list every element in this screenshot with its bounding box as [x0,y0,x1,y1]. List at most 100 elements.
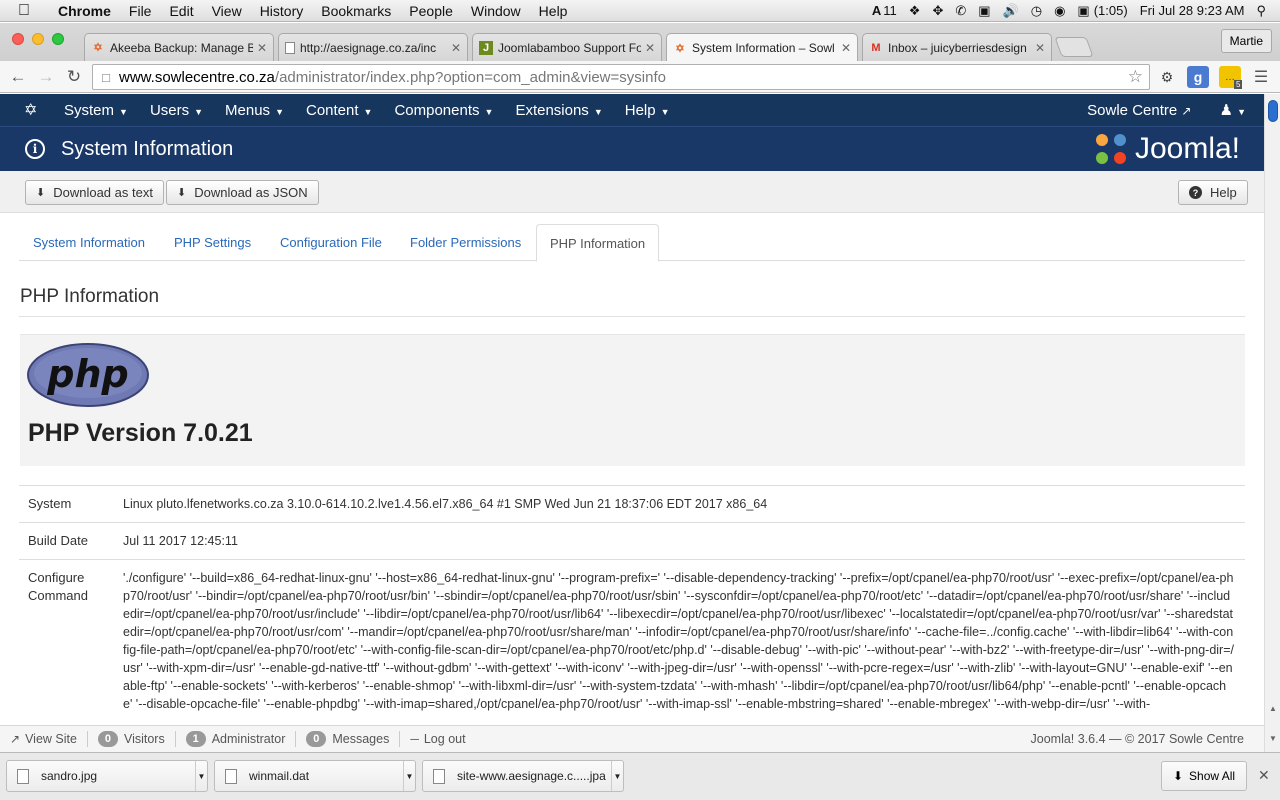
section-divider [19,316,1245,317]
time-machine-icon[interactable]: ◷ [1031,3,1042,19]
menu-components[interactable]: Components ▼ [394,102,493,119]
bookmark-star-icon[interactable]: ☆ [1128,67,1143,87]
download-item[interactable]: site-www.aesignage.c.....jpa ▼ [422,760,624,792]
browser-tab-inbox[interactable]: M Inbox – juicyberriesdesign ✕ [862,33,1052,61]
wifi-icon[interactable]: ◉ [1054,3,1065,19]
menu-view[interactable]: View [212,3,242,19]
chevron-down-icon[interactable]: ▼ [195,761,207,791]
tab-close-icon[interactable]: ✕ [841,41,851,55]
menu-edit[interactable]: Edit [169,3,193,19]
menu-menus[interactable]: Menus ▼ [225,102,284,119]
close-window-icon[interactable] [12,33,24,45]
tab-label: Inbox – juicyberriesdesign [888,40,1027,55]
google-extension-icon[interactable]: g [1187,66,1209,88]
menu-bookmarks[interactable]: Bookmarks [321,3,391,19]
adobe-icon[interactable]: A [872,3,881,18]
joomla-star-icon [1095,134,1126,164]
view-site-link[interactable]: ↗ View Site [0,731,88,747]
browser-tab-strip: ✡ Akeeba Backup: Manage Ba ✕ http://aesi… [0,23,1280,62]
info-icon: i [25,139,45,159]
logout-link[interactable]: ─ Log out [400,731,475,747]
menu-people[interactable]: People [409,3,453,19]
chevron-down-icon[interactable]: ▼ [403,761,415,791]
battery-icon[interactable]: ▣ [1077,3,1089,19]
scrollbar-thumb[interactable] [1268,100,1278,122]
file-icon [433,768,445,784]
tab-folder-permissions[interactable]: Folder Permissions [397,224,534,261]
phone-icon[interactable]: ✆ [955,3,966,19]
row-key: Configure Command [28,570,88,603]
messages-label: Messages [332,732,390,746]
volume-icon[interactable]: 🔊 [1003,3,1019,19]
menu-label: Users [149,101,190,119]
row-key: System [28,496,72,511]
page-info-icon[interactable]: □ [93,70,119,85]
chrome-menu-icon[interactable]: ☰ [1250,66,1272,88]
settings-gear-icon[interactable]: ⚙ [1156,66,1178,88]
joomla-logo-icon[interactable]: ✡ [24,100,44,120]
messages-status[interactable]: 0 Messages [296,731,401,747]
joomla-favicon-icon: ✡ [93,42,103,54]
tab-php-information[interactable]: PHP Information [536,224,660,262]
forward-arrow-icon[interactable]: → [34,65,58,89]
row-value: Jul 11 2017 12:45:11 [123,534,238,548]
tab-close-icon[interactable]: ✕ [451,41,461,55]
apple-icon[interactable]:  [18,2,40,20]
chevron-down-icon[interactable]: ▼ [611,761,623,791]
caret-down-icon: ▼ [593,106,603,117]
download-json-button[interactable]: ⬇ Download as JSON [166,180,319,205]
address-bar[interactable]: □ www.sowlecentre.co.za /administrator/i… [92,64,1150,90]
menu-help[interactable]: Help [539,3,568,19]
close-shelf-icon[interactable]: ✕ [1258,767,1270,784]
visitors-status[interactable]: 0 Visitors [88,731,176,747]
new-tab-button[interactable] [1054,37,1094,57]
visitors-count-badge: 0 [97,731,118,747]
menu-system[interactable]: System ▼ [64,102,128,119]
sysinfo-tabs: System Information PHP Settings Configur… [19,224,1245,262]
tab-close-icon[interactable]: ✕ [1035,41,1045,55]
menu-history[interactable]: History [260,3,304,19]
tab-php-settings[interactable]: PHP Settings [161,224,264,261]
menu-extensions[interactable]: Extensions ▼ [515,102,602,119]
caret-down-icon: ▼ [119,106,128,117]
browser-tab-akeeba[interactable]: ✡ Akeeba Backup: Manage Ba ✕ [84,33,274,61]
spotlight-icon[interactable]: ⚲ [1256,3,1266,19]
tab-close-icon[interactable]: ✕ [645,41,655,55]
profile-button[interactable]: Martie [1220,29,1272,53]
tab-system-information[interactable]: System Information [20,224,158,261]
scroll-down-icon[interactable]: ▼ [1269,734,1277,743]
minimize-window-icon[interactable] [32,33,44,45]
site-link-label: Sowle Centre [1087,101,1178,119]
reload-icon[interactable]: ↻ [62,65,86,89]
zoom-window-icon[interactable] [52,33,64,45]
display-icon[interactable]: ▣ [978,3,990,19]
browser-tab-joomlabamboo[interactable]: J Joomlabamboo Support Fo ✕ [472,33,662,61]
menu-content[interactable]: Content ▼ [306,102,372,119]
administrator-status[interactable]: 1 Administrator [176,731,297,747]
user-menu[interactable]: ♟ ▼ [1219,101,1246,119]
site-link[interactable]: Sowle Centre ↗ [1087,102,1191,119]
scroll-up-icon[interactable]: ▲ [1269,704,1277,713]
mac-menubar:  Chrome File Edit View History Bookmark… [0,0,1280,22]
tab-configuration-file[interactable]: Configuration File [267,224,395,261]
dropbox-icon[interactable]: ❖ [909,3,921,19]
clock[interactable]: Fri Jul 28 9:23 AM [1140,3,1245,18]
help-button[interactable]: ? Help [1178,180,1248,205]
page-scrollbar[interactable]: ▲ ▼ [1264,94,1280,752]
back-arrow-icon[interactable]: ← [6,65,30,89]
network-icon[interactable]: ✥ [932,3,943,19]
download-item[interactable]: sandro.jpg ▼ [6,760,208,792]
download-text-button[interactable]: ⬇ Download as text [25,180,164,205]
browser-tab-system-information[interactable]: ✡ System Information – Sowl ✕ [666,33,858,62]
joomla-favicon-icon: ✡ [675,42,685,55]
menu-file[interactable]: File [129,3,152,19]
menu-window[interactable]: Window [471,3,521,19]
menu-users[interactable]: Users ▼ [150,102,203,119]
show-all-downloads-button[interactable]: ⬇ Show All [1161,761,1247,791]
download-item[interactable]: winmail.dat ▼ [214,760,416,792]
menu-app-name[interactable]: Chrome [58,3,111,19]
menu-help[interactable]: Help ▼ [625,102,670,119]
tab-close-icon[interactable]: ✕ [257,41,267,55]
gmail-favicon-icon: M [871,41,881,54]
browser-tab-aesignage[interactable]: http://aesignage.co.za/inc ✕ [278,33,468,61]
